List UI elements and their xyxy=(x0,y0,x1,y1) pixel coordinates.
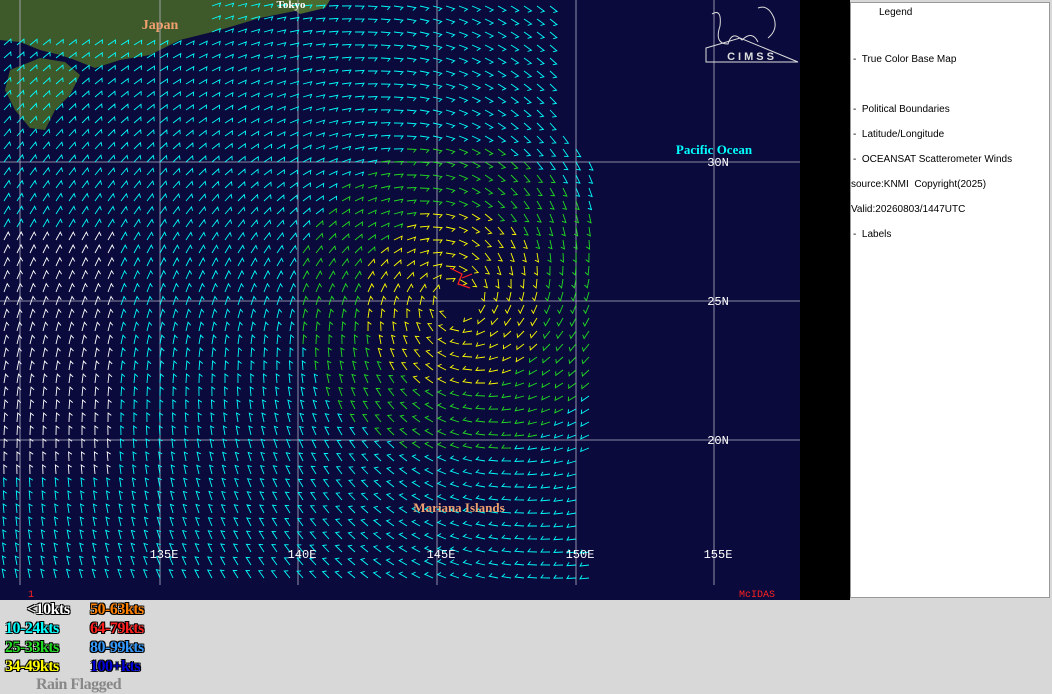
legend-item-label: Latitude/Longitude xyxy=(861,129,945,140)
logo-text: CIMSS xyxy=(727,51,777,63)
lat-lon-grid xyxy=(0,0,800,585)
speed-key-80-99: 80-99kts xyxy=(90,639,144,656)
mariana-islands-label: Mariana Islands xyxy=(413,500,504,515)
speed-key-64-79: 64-79kts xyxy=(90,620,144,637)
lon-label-145e: 145E xyxy=(427,548,456,562)
legend-item-labels[interactable]: - Labels xyxy=(853,229,891,240)
lat-label-25n: 25N xyxy=(707,295,729,309)
separator-strip xyxy=(800,0,850,600)
speed-key-10-24: 10-24kts xyxy=(5,620,59,637)
speed-key-50-63: 50-63kts xyxy=(90,601,144,618)
legend-panel: Legend - True Color Base Map - Political… xyxy=(850,2,1050,598)
storm-center-marker xyxy=(449,267,473,289)
speed-key-100plus: 100+kts xyxy=(90,658,141,675)
legend-item-label: True Color Base Map xyxy=(861,54,957,65)
lon-label-155e: 155E xyxy=(704,548,733,562)
satellite-map: CIMSS Japan Tokyo Pacific Ocean Mariana … xyxy=(0,0,800,600)
wind-barbs-yellow xyxy=(367,213,540,385)
legend-source: source:KNMI Copyright(2025) xyxy=(851,179,987,190)
legend-item-label: Labels xyxy=(861,229,892,240)
speed-key-band: <10kts 50-63kts 10-24kts 64-79kts 25-33k… xyxy=(0,600,1052,694)
mcidas-label: McIDAS xyxy=(739,590,775,600)
wind-barb-field xyxy=(1,2,594,580)
map-canvas: CIMSS Japan Tokyo Pacific Ocean Mariana … xyxy=(0,0,800,600)
pacific-ocean-label: Pacific Ocean xyxy=(676,142,753,157)
lat-label-20n: 20N xyxy=(707,434,729,448)
legend-item-scatterometer[interactable]: - OCEANSAT Scatterometer Winds xyxy=(853,154,1012,165)
lon-label-140e: 140E xyxy=(288,548,317,562)
lat-label-30n: 30N xyxy=(707,156,729,170)
frame-number: 1 xyxy=(28,590,34,600)
speed-key-34-49: 34-49kts xyxy=(5,658,59,675)
legend-valid-time: Valid:20260803/1447UTC xyxy=(851,204,966,215)
tokyo-label: Tokyo xyxy=(277,0,306,11)
legend-item-base-map[interactable]: - True Color Base Map xyxy=(853,54,956,65)
legend-title: Legend xyxy=(879,7,913,18)
lon-label-135e: 135E xyxy=(150,548,179,562)
wind-barbs-cyan xyxy=(1,2,594,580)
legend-item-label: OCEANSAT Scatterometer Winds xyxy=(861,154,1013,165)
speed-key-25-33: 25-33kts xyxy=(5,639,59,656)
japan-label: Japan xyxy=(142,18,179,33)
wind-barbs-green xyxy=(302,148,592,449)
lon-label-150e: 150E xyxy=(566,548,595,562)
legend-item-political-boundaries[interactable]: - Political Boundaries xyxy=(853,104,950,115)
speed-key-rain-flagged: Rain Flagged xyxy=(36,676,122,693)
speed-key-lt10: <10kts xyxy=(27,601,70,618)
legend-item-label: Political Boundaries xyxy=(861,104,950,115)
legend-item-lat-lon[interactable]: - Latitude/Longitude xyxy=(853,129,944,140)
